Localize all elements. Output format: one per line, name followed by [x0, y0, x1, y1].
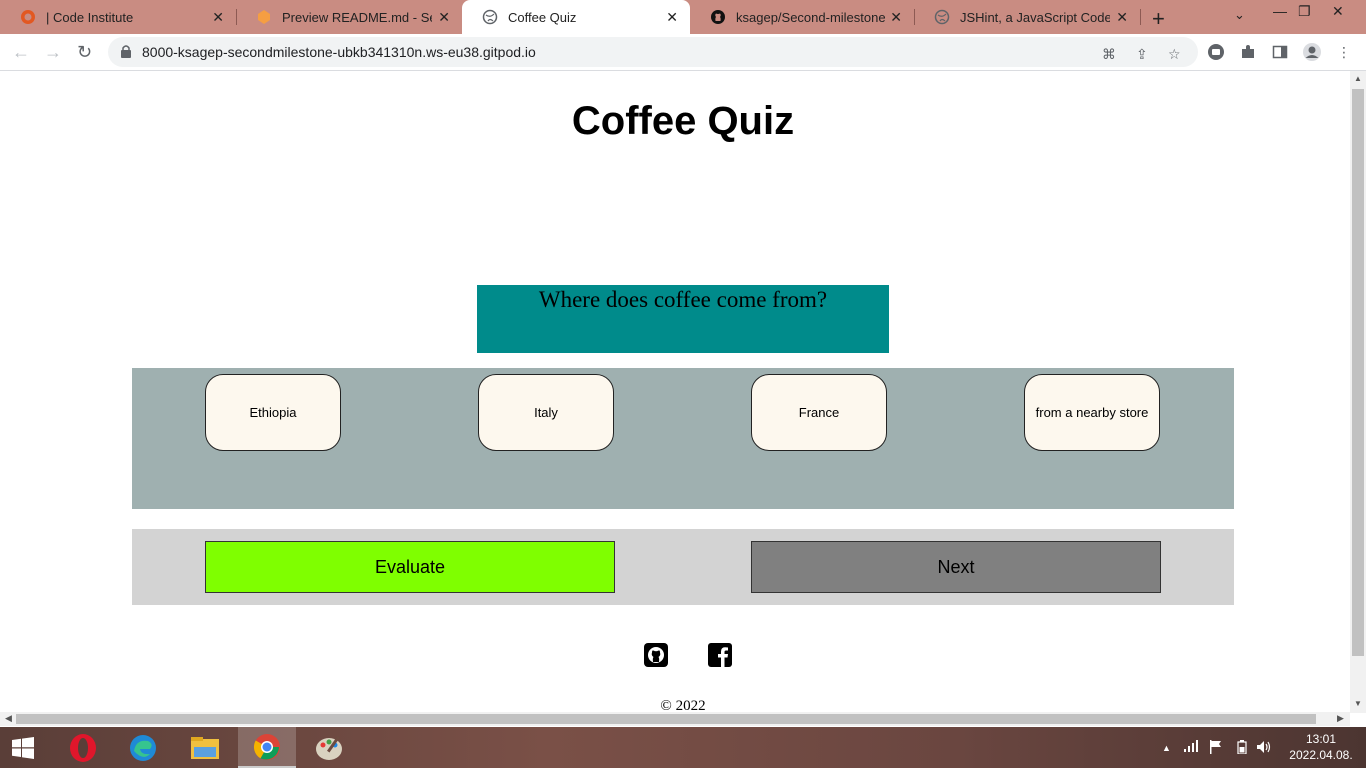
close-window-button[interactable]: ✕ — [1332, 3, 1344, 20]
github-icon[interactable] — [644, 643, 668, 667]
extensions-icon[interactable] — [1238, 42, 1258, 62]
paint-icon[interactable] — [300, 727, 358, 768]
tab-title: JSHint, a JavaScript Code Qual — [960, 9, 1110, 25]
scroll-down-icon[interactable]: ▼ — [1354, 699, 1362, 708]
scroll-up-icon[interactable]: ▲ — [1354, 74, 1362, 83]
profile-avatar-icon[interactable] — [1302, 42, 1322, 62]
close-icon[interactable]: ✕ — [1116, 9, 1128, 26]
reload-icon[interactable]: ↻ — [77, 42, 92, 63]
answer-button-store[interactable]: from a nearby store — [1024, 374, 1160, 451]
answer-button-italy[interactable]: Italy — [478, 374, 614, 451]
tab-strip: | Code Institute ✕ Preview README.md - S… — [0, 0, 1366, 34]
screencast-icon[interactable] — [1206, 42, 1226, 62]
chevron-down-icon[interactable]: ⌄ — [1234, 7, 1245, 23]
vertical-scrollbar[interactable]: ▲ ▼ — [1350, 71, 1366, 713]
tab-github[interactable]: ksagep/Second-milestone-pro ✕ — [690, 0, 914, 34]
gitpod-icon — [256, 9, 272, 25]
kebab-menu-icon[interactable]: ⋮ — [1334, 42, 1354, 62]
clock-date: 2022.04.08. — [1289, 748, 1353, 762]
globe-icon — [482, 9, 498, 25]
scrollbar-thumb[interactable] — [1352, 89, 1364, 656]
scroll-left-icon[interactable]: ◀ — [5, 713, 12, 724]
page-content: Coffee Quiz Where does coffee come from?… — [0, 71, 1350, 713]
new-tab-button[interactable]: + — [1152, 6, 1165, 32]
volume-icon[interactable] — [1256, 740, 1272, 757]
bookmark-star-icon[interactable]: ☆ — [1168, 46, 1181, 63]
address-bar[interactable]: 8000-ksagep-secondmilestone-ubkb341310n.… — [108, 37, 1198, 67]
close-icon[interactable]: ✕ — [890, 9, 902, 26]
evaluate-button[interactable]: Evaluate — [205, 541, 615, 593]
scrollbar-thumb[interactable] — [16, 714, 1316, 724]
facebook-icon[interactable] — [708, 643, 732, 667]
back-arrow-icon[interactable]: ← — [12, 42, 30, 63]
answers-panel: Ethiopia Italy France from a nearby stor… — [132, 368, 1234, 509]
chevron-up-icon[interactable]: ▲ — [1162, 743, 1171, 753]
tab-title: | Code Institute — [46, 9, 134, 25]
flag-icon[interactable] — [1209, 740, 1223, 757]
windows-start-icon[interactable] — [0, 727, 46, 768]
answer-button-ethiopia[interactable]: Ethiopia — [205, 374, 341, 451]
system-clock[interactable]: 13:01 2022.04.08. — [1288, 731, 1354, 763]
copyright-text: © 2022 — [660, 698, 706, 713]
globe-icon — [934, 9, 950, 25]
edge-icon[interactable] — [114, 727, 172, 768]
share-icon[interactable]: ⇪ — [1136, 46, 1148, 63]
chrome-icon[interactable] — [238, 727, 296, 768]
close-icon[interactable]: ✕ — [666, 9, 678, 26]
forward-arrow-icon[interactable]: → — [44, 42, 62, 63]
horizontal-scrollbar[interactable]: ◀ ▶ — [0, 712, 1350, 726]
browser-toolbar: ← → ↻ 8000-ksagep-secondmilestone-ubkb34… — [0, 34, 1366, 71]
minimize-button[interactable]: — — [1273, 3, 1287, 19]
close-icon[interactable]: ✕ — [438, 9, 450, 26]
tab-jshint[interactable]: JSHint, a JavaScript Code Qual ✕ — [914, 0, 1140, 34]
tab-preview-readme[interactable]: Preview README.md - Second ✕ — [236, 0, 462, 34]
tab-title: Preview README.md - Second — [282, 9, 432, 25]
question-box: Where does coffee come from? — [477, 285, 889, 353]
controls-panel: Evaluate Next — [132, 529, 1234, 605]
translate-icon[interactable]: ⌘ — [1102, 46, 1116, 63]
file-explorer-icon[interactable] — [176, 727, 234, 768]
scroll-right-icon[interactable]: ▶ — [1337, 713, 1344, 724]
sidebar-icon[interactable] — [1270, 42, 1290, 62]
restore-button[interactable]: ❐ — [1298, 3, 1311, 20]
network-icon[interactable] — [1184, 740, 1200, 755]
tab-code-institute[interactable]: | Code Institute ✕ — [0, 0, 236, 34]
close-icon[interactable]: ✕ — [212, 9, 224, 26]
page-title: Coffee Quiz — [571, 99, 795, 143]
opera-icon[interactable] — [54, 727, 112, 768]
github-icon — [710, 9, 726, 25]
answer-button-france[interactable]: France — [751, 374, 887, 451]
tab-coffee-quiz[interactable]: Coffee Quiz ✕ — [462, 0, 690, 34]
url-text: 8000-ksagep-secondmilestone-ubkb341310n.… — [142, 44, 536, 60]
next-button[interactable]: Next — [751, 541, 1161, 593]
tab-title: ksagep/Second-milestone-pro — [736, 9, 886, 25]
windows-taskbar: ▲ 13:01 2022.04.08. — [0, 727, 1366, 768]
tab-title: Coffee Quiz — [508, 9, 577, 25]
lock-icon — [120, 44, 134, 60]
code-institute-icon — [20, 9, 36, 25]
battery-icon[interactable] — [1237, 740, 1247, 757]
clock-time: 13:01 — [1305, 732, 1337, 746]
